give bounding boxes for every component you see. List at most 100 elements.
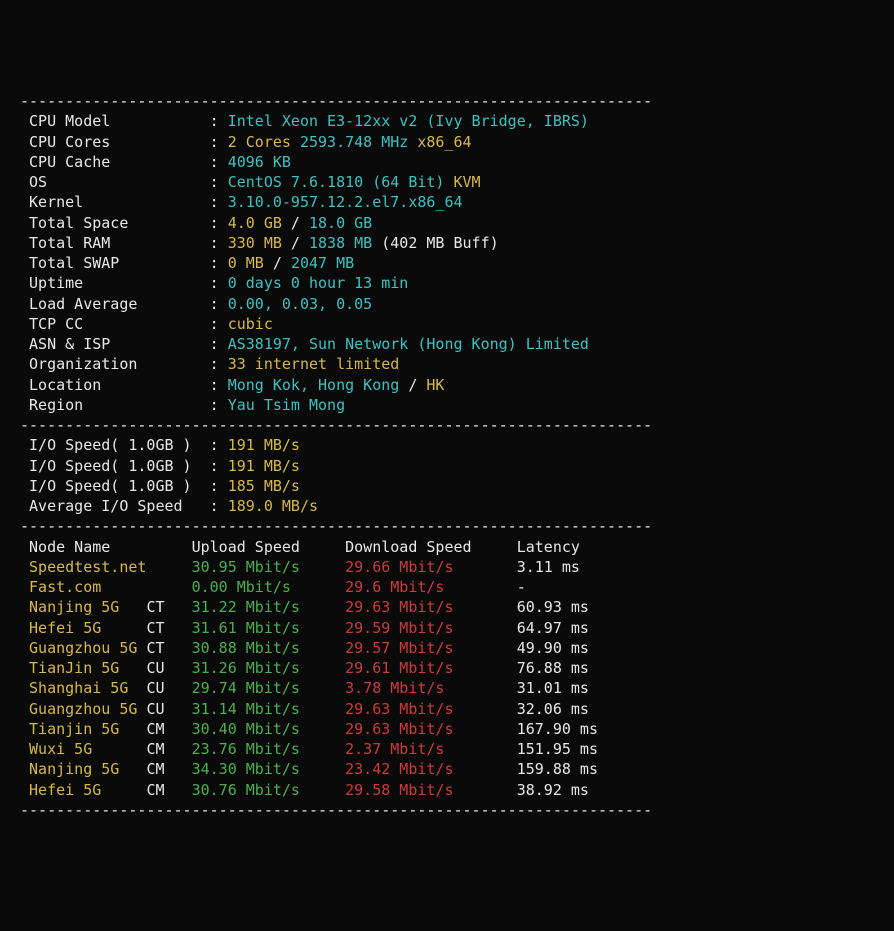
info-row: Location : Mong Kok, Hong Kong / HK (20, 375, 874, 395)
info-row: OS : CentOS 7.6.1810 (64 Bit) KVM (20, 172, 874, 192)
info-label: Organization (20, 355, 210, 373)
download-speed: 29.63 Mbit/s (345, 598, 517, 616)
info-label: OS (20, 173, 210, 191)
latency: 159.88 ms (517, 760, 598, 778)
download-speed: 29.6 Mbit/s (345, 578, 517, 596)
info-row: CPU Model : Intel Xeon E3-12xx v2 (Ivy B… (20, 111, 874, 131)
upload-speed: 0.00 Mbit/s (192, 578, 346, 596)
node-name: Tianjin 5G (20, 720, 146, 738)
download-speed: 29.59 Mbit/s (345, 619, 517, 637)
info-label: Total Space (20, 214, 210, 232)
io-row: I/O Speed( 1.0GB ) : 191 MB/s (20, 435, 874, 455)
latency: 167.90 ms (517, 720, 598, 738)
info-row: Total RAM : 330 MB / 1838 MB (402 MB Buf… (20, 233, 874, 253)
info-label: Location (20, 376, 210, 394)
info-row: Total Space : 4.0 GB / 18.0 GB (20, 213, 874, 233)
info-row: Organization : 33 internet limited (20, 354, 874, 374)
download-speed: 29.63 Mbit/s (345, 700, 517, 718)
speed-row: Wuxi 5G CM 23.76 Mbit/s 2.37 Mbit/s 151.… (20, 739, 874, 759)
speed-row: Guangzhou 5G CU 31.14 Mbit/s 29.63 Mbit/… (20, 699, 874, 719)
latency: 32.06 ms (517, 700, 589, 718)
latency: 151.95 ms (517, 740, 598, 758)
speed-row: Tianjin 5G CM 30.40 Mbit/s 29.63 Mbit/s … (20, 719, 874, 739)
speed-row: Hefei 5G CT 31.61 Mbit/s 29.59 Mbit/s 64… (20, 618, 874, 638)
node-name: Hefei 5G (20, 619, 146, 637)
download-speed: 29.66 Mbit/s (345, 558, 517, 576)
upload-speed: 30.40 Mbit/s (192, 720, 346, 738)
node-name: Hefei 5G (20, 781, 146, 799)
speed-row: Hefei 5G CM 30.76 Mbit/s 29.58 Mbit/s 38… (20, 780, 874, 800)
info-row: CPU Cache : 4096 KB (20, 152, 874, 172)
download-speed: 29.58 Mbit/s (345, 781, 517, 799)
divider: ----------------------------------------… (20, 800, 874, 820)
latency: 64.97 ms (517, 619, 589, 637)
node-name: Speedtest.net (20, 558, 146, 576)
info-row: Load Average : 0.00, 0.03, 0.05 (20, 294, 874, 314)
download-speed: 29.63 Mbit/s (345, 720, 517, 738)
info-label: TCP CC (20, 315, 210, 333)
upload-speed: 34.30 Mbit/s (192, 760, 346, 778)
node-name: Nanjing 5G (20, 760, 146, 778)
info-row: Total SWAP : 0 MB / 2047 MB (20, 253, 874, 273)
io-row: Average I/O Speed : 189.0 MB/s (20, 496, 874, 516)
upload-speed: 29.74 Mbit/s (192, 679, 346, 697)
download-speed: 29.57 Mbit/s (345, 639, 517, 657)
speed-row: Speedtest.net 30.95 Mbit/s 29.66 Mbit/s … (20, 557, 874, 577)
upload-speed: 31.61 Mbit/s (192, 619, 346, 637)
io-row: I/O Speed( 1.0GB ) : 191 MB/s (20, 456, 874, 476)
info-row: Kernel : 3.10.0-957.12.2.el7.x86_64 (20, 192, 874, 212)
info-row: ASN & ISP : AS38197, Sun Network (Hong K… (20, 334, 874, 354)
speed-row: Nanjing 5G CM 34.30 Mbit/s 23.42 Mbit/s … (20, 759, 874, 779)
node-name: Nanjing 5G (20, 598, 146, 616)
upload-speed: 30.76 Mbit/s (192, 781, 346, 799)
latency: 31.01 ms (517, 679, 589, 697)
info-label: Uptime (20, 274, 210, 292)
latency: 3.11 ms (517, 558, 580, 576)
node-name: Wuxi 5G (20, 740, 146, 758)
divider: ----------------------------------------… (20, 516, 874, 536)
upload-speed: 31.22 Mbit/s (192, 598, 346, 616)
download-speed: 3.78 Mbit/s (345, 679, 517, 697)
upload-speed: 30.95 Mbit/s (192, 558, 346, 576)
divider: ----------------------------------------… (20, 91, 874, 111)
latency: 38.92 ms (517, 781, 589, 799)
upload-speed: 31.14 Mbit/s (192, 700, 346, 718)
node-name: TianJin 5G (20, 659, 146, 677)
download-speed: 2.37 Mbit/s (345, 740, 517, 758)
latency: - (517, 578, 526, 596)
speed-row: TianJin 5G CU 31.26 Mbit/s 29.61 Mbit/s … (20, 658, 874, 678)
download-speed: 23.42 Mbit/s (345, 760, 517, 778)
info-row: CPU Cores : 2 Cores 2593.748 MHz x86_64 (20, 132, 874, 152)
speed-row: Nanjing 5G CT 31.22 Mbit/s 29.63 Mbit/s … (20, 597, 874, 617)
latency: 76.88 ms (517, 659, 589, 677)
io-row: I/O Speed( 1.0GB ) : 185 MB/s (20, 476, 874, 496)
upload-speed: 30.88 Mbit/s (192, 639, 346, 657)
upload-speed: 23.76 Mbit/s (192, 740, 346, 758)
latency: 49.90 ms (517, 639, 589, 657)
upload-speed: 31.26 Mbit/s (192, 659, 346, 677)
speed-row: Shanghai 5G CU 29.74 Mbit/s 3.78 Mbit/s … (20, 678, 874, 698)
info-label: ASN & ISP (20, 335, 210, 353)
info-label: CPU Model (20, 112, 210, 130)
node-name: Fast.com (20, 578, 146, 596)
node-name: Guangzhou 5G (20, 639, 146, 657)
info-label: Load Average (20, 295, 210, 313)
info-row: TCP CC : cubic (20, 314, 874, 334)
info-label: Kernel (20, 193, 210, 211)
info-label: Total SWAP (20, 254, 210, 272)
speed-header: Node Name Upload Speed Download Speed La… (20, 537, 874, 557)
info-label: CPU Cores (20, 133, 210, 151)
terminal-output: ----------------------------------------… (20, 91, 874, 820)
speed-row: Guangzhou 5G CT 30.88 Mbit/s 29.57 Mbit/… (20, 638, 874, 658)
node-name: Guangzhou 5G (20, 700, 146, 718)
download-speed: 29.61 Mbit/s (345, 659, 517, 677)
info-label: Region (20, 396, 210, 414)
latency: 60.93 ms (517, 598, 589, 616)
info-label: Total RAM (20, 234, 210, 252)
divider: ----------------------------------------… (20, 415, 874, 435)
info-label: CPU Cache (20, 153, 210, 171)
speed-row: Fast.com 0.00 Mbit/s 29.6 Mbit/s - (20, 577, 874, 597)
node-name: Shanghai 5G (20, 679, 146, 697)
info-row: Uptime : 0 days 0 hour 13 min (20, 273, 874, 293)
info-row: Region : Yau Tsim Mong (20, 395, 874, 415)
